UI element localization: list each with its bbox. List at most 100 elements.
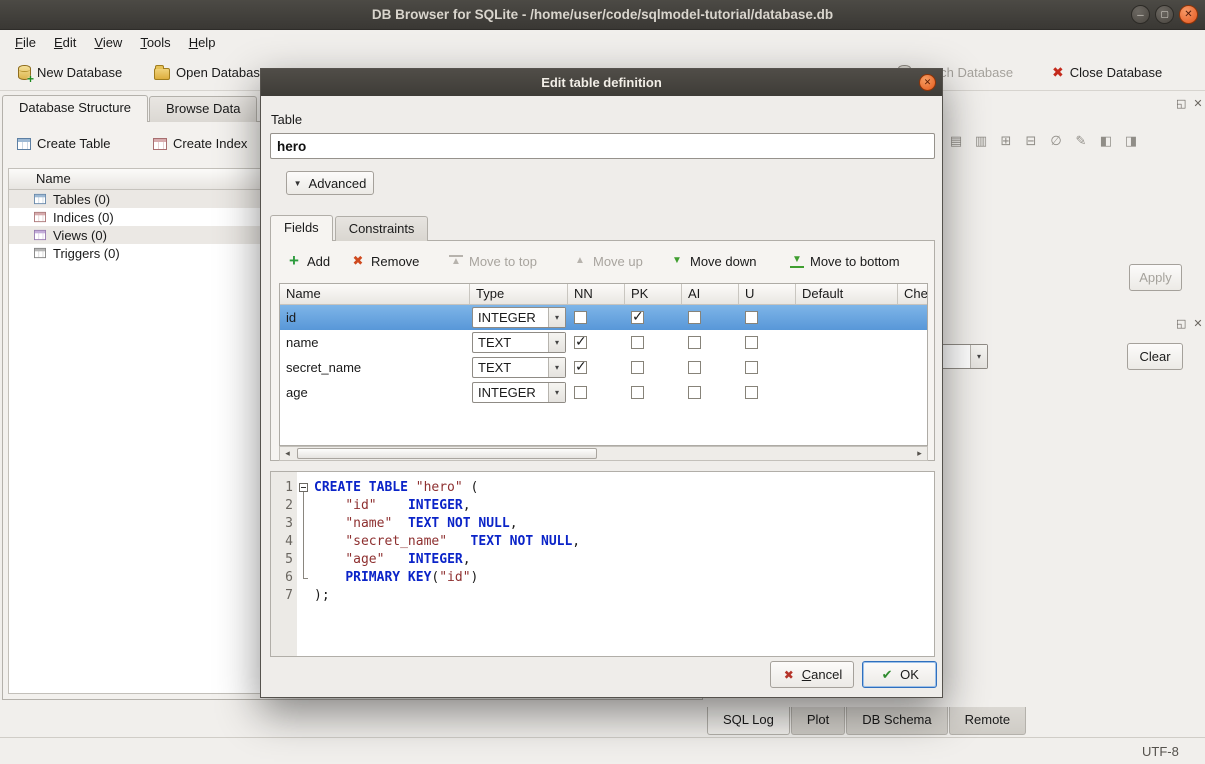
nn-checkbox[interactable] — [574, 386, 587, 399]
create-index-button[interactable]: Create Index — [145, 131, 255, 156]
column-header-type[interactable]: Type — [470, 284, 568, 304]
cell-editor-toolbar-icon-5[interactable]: ∅ — [1046, 131, 1066, 151]
apply-button[interactable]: Apply — [1129, 264, 1182, 291]
column-header-pk[interactable]: PK — [625, 284, 682, 304]
type-combobox[interactable]: TEXT▾ — [472, 332, 566, 353]
create-table-button[interactable]: Create Table — [9, 131, 118, 156]
dialog-tab-constraints[interactable]: Constraints — [335, 216, 429, 241]
pk-checkbox[interactable] — [631, 311, 644, 324]
dialog-tabbar: FieldsConstraints — [270, 215, 430, 241]
clear-button[interactable]: Clear — [1127, 343, 1183, 370]
cell-editor-toolbar-icon-7[interactable]: ◧ — [1096, 131, 1116, 151]
cell-editor-toolbar-icon-3[interactable]: ⊞ — [996, 131, 1016, 151]
open-database-button[interactable]: Open Database — [148, 59, 273, 85]
ok-button[interactable]: OK — [862, 661, 937, 688]
column-header-default[interactable]: Default — [796, 284, 898, 304]
ai-checkbox[interactable] — [688, 311, 701, 324]
field-row-age[interactable]: ageINTEGER▾ — [280, 380, 927, 405]
pk-checkbox[interactable] — [631, 361, 644, 374]
menu-edit[interactable]: Edit — [45, 32, 85, 53]
dock-float-icon[interactable]: ◱ — [1176, 317, 1186, 330]
chevron-down-icon: ▾ — [548, 358, 565, 377]
maximize-icon[interactable]: ▢ — [1155, 5, 1174, 24]
nn-checkbox[interactable] — [574, 361, 587, 374]
menu-tools[interactable]: Tools — [131, 32, 179, 53]
field-type-cell: TEXT▾ — [470, 355, 568, 380]
menu-file[interactable]: File — [6, 32, 45, 53]
ai-checkbox[interactable] — [688, 361, 701, 374]
cell-editor-toolbar-icon-8[interactable]: ◨ — [1121, 131, 1141, 151]
menubar: FileEditViewToolsHelp — [0, 30, 1205, 54]
nn-checkbox[interactable] — [574, 311, 587, 324]
dialog-close-icon[interactable]: ✕ — [919, 74, 936, 91]
move-down-field-button[interactable]: Move down — [670, 249, 756, 273]
field-check-cell — [898, 330, 927, 355]
ai-checkbox[interactable] — [688, 386, 701, 399]
tab-browse-data[interactable]: Browse Data — [149, 96, 257, 122]
tab-plot[interactable]: Plot — [791, 707, 845, 735]
cancel-label: Cancel — [802, 667, 842, 682]
dock-buttons-middle: ◱ ✕ — [1176, 317, 1203, 330]
tree-item-label: Indices (0) — [53, 210, 114, 225]
nn-checkbox[interactable] — [574, 336, 587, 349]
menu-view[interactable]: View — [85, 32, 131, 53]
plus-icon — [287, 255, 301, 268]
dock-close-icon[interactable]: ✕ — [1193, 97, 1202, 110]
sql-line: "age" INTEGER, — [314, 551, 934, 569]
minimize-icon[interactable]: ─ — [1131, 5, 1150, 24]
ai-checkbox[interactable] — [688, 336, 701, 349]
tab-remote[interactable]: Remote — [949, 707, 1027, 735]
u-checkbox[interactable] — [745, 361, 758, 374]
field-row-name[interactable]: nameTEXT▾ — [280, 330, 927, 355]
column-header-ai[interactable]: AI — [682, 284, 739, 304]
type-combobox[interactable]: INTEGER▾ — [472, 307, 566, 328]
column-header-name[interactable]: Name — [280, 284, 470, 304]
close-icon[interactable]: ✕ — [1179, 5, 1198, 24]
move-to-bottom-field-button[interactable]: Move to bottom — [790, 249, 900, 273]
line-number: 6 — [271, 569, 293, 587]
dialog-tab-fields[interactable]: Fields — [270, 215, 333, 241]
scroll-right-icon[interactable]: ▸ — [912, 447, 927, 460]
fold-collapse-icon[interactable] — [299, 483, 308, 492]
table-name-input[interactable] — [270, 133, 935, 159]
cell-editor-toolbar-icon-1[interactable]: ▤ — [946, 131, 966, 151]
new-database-button[interactable]: New Database — [12, 59, 128, 85]
column-header-u[interactable]: U — [739, 284, 796, 304]
advanced-toggle-button[interactable]: ▼ Advanced — [286, 171, 374, 195]
move-down-label: Move down — [690, 254, 756, 269]
close-database-button[interactable]: Close Database — [1046, 59, 1168, 85]
tab-db-schema[interactable]: DB Schema — [846, 707, 947, 735]
sql-line: CREATE TABLE "hero" ( — [314, 479, 934, 497]
add-field-button[interactable]: Add — [287, 249, 330, 273]
cancel-button[interactable]: Cancel — [770, 661, 854, 688]
scrollbar-thumb[interactable] — [297, 448, 597, 459]
chevron-down-icon: ▾ — [548, 333, 565, 352]
dock-float-icon[interactable]: ◱ — [1176, 97, 1186, 110]
pk-checkbox[interactable] — [631, 336, 644, 349]
type-combobox[interactable]: INTEGER▾ — [472, 382, 566, 403]
pk-checkbox[interactable] — [631, 386, 644, 399]
field-row-secret-name[interactable]: secret_nameTEXT▾ — [280, 355, 927, 380]
horizontal-scrollbar[interactable]: ◂ ▸ — [279, 446, 928, 461]
type-combobox[interactable]: TEXT▾ — [472, 357, 566, 378]
sql-code[interactable]: CREATE TABLE "hero" ( "id" INTEGER, "nam… — [311, 472, 934, 656]
field-u-cell — [739, 330, 796, 355]
dock-close-icon[interactable]: ✕ — [1193, 317, 1202, 330]
u-checkbox[interactable] — [745, 386, 758, 399]
menu-help[interactable]: Help — [180, 32, 225, 53]
column-header-nn[interactable]: NN — [568, 284, 625, 304]
tab-sql-log[interactable]: SQL Log — [707, 707, 790, 735]
cell-editor-toolbar-icon-4[interactable]: ⊟ — [1021, 131, 1041, 151]
cell-editor-toolbar-icon-2[interactable]: ▥ — [971, 131, 991, 151]
scroll-left-icon[interactable]: ◂ — [280, 447, 295, 460]
column-header-check[interactable]: Check — [898, 284, 928, 304]
u-checkbox[interactable] — [745, 336, 758, 349]
move-to-top-field-button[interactable]: Move to top — [449, 249, 537, 273]
move-up-field-button[interactable]: Move up — [573, 249, 643, 273]
tab-database-structure[interactable]: Database Structure — [2, 95, 148, 122]
bottom-dock-tabbar: SQL LogPlotDB SchemaRemote — [707, 707, 1027, 735]
u-checkbox[interactable] — [745, 311, 758, 324]
field-row-id[interactable]: idINTEGER▾ — [280, 305, 927, 330]
cell-editor-toolbar-icon-6[interactable]: ✎ — [1071, 131, 1091, 151]
remove-field-button[interactable]: Remove — [351, 249, 419, 273]
